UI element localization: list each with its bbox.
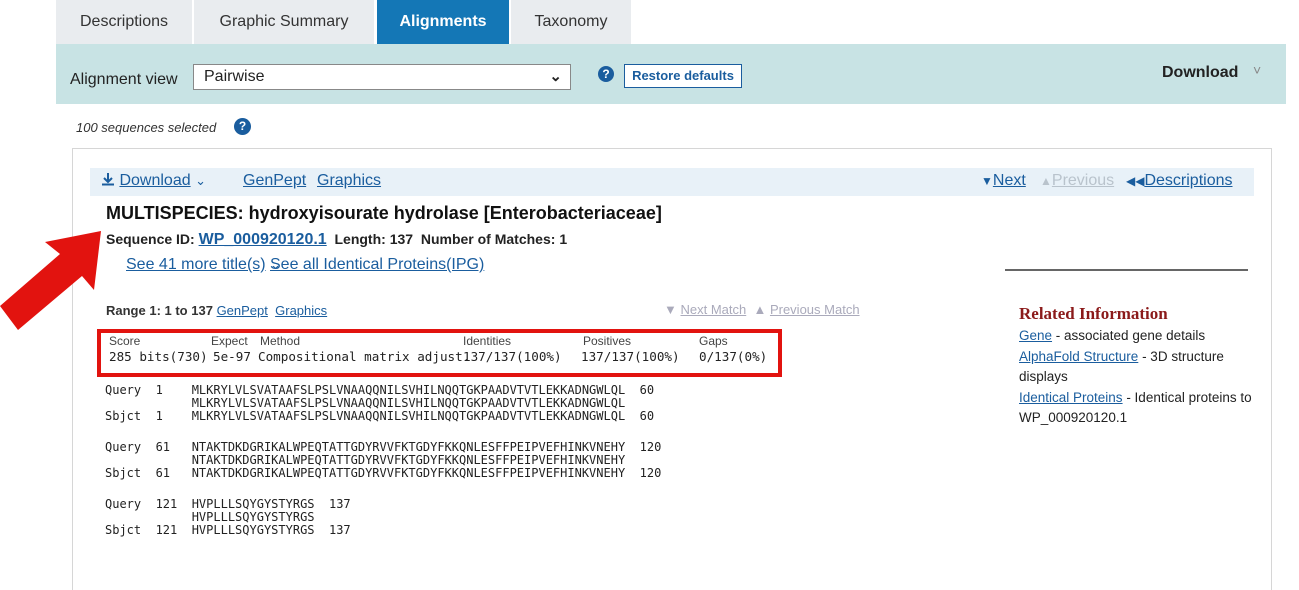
- highlight-box: [97, 329, 782, 377]
- triangle-up-icon: ▲: [1040, 174, 1052, 188]
- sequence-info: Sequence ID: WP_000920120.1 Length: 137 …: [106, 231, 567, 249]
- tab-taxonomy[interactable]: Taxonomy: [511, 0, 631, 44]
- matches-label: Number of Matches:: [420, 231, 556, 247]
- chevron-down-icon: ⌄: [549, 68, 562, 85]
- alphafold-link[interactable]: AlphaFold Structure: [1019, 349, 1138, 364]
- length-value: 137: [389, 231, 414, 247]
- identical-proteins-related-link[interactable]: Identical Proteins: [1019, 390, 1123, 405]
- previous-label: Previous: [1051, 172, 1115, 189]
- tab-graphic-summary[interactable]: Graphic Summary: [194, 0, 374, 44]
- alignment-toolbar: Alignment view Pairwise ⌄ ? Restore defa…: [56, 44, 1286, 104]
- sbjct-row: Sbjct 1 MLKRYLVLSVATAAFSLPSLVNAAQQNILSVH…: [105, 409, 655, 423]
- help-icon[interactable]: ?: [234, 118, 251, 135]
- related-item: Gene - associated gene details: [1019, 326, 1259, 347]
- sbjct-row: Sbjct 121 HVPLLLSQYGYSTYRGS 137: [105, 523, 351, 537]
- related-item: Identical Proteins - Identical proteins …: [1019, 388, 1259, 429]
- restore-defaults-button[interactable]: Restore defaults: [624, 64, 742, 88]
- alignment-view-label: Alignment view: [70, 71, 178, 88]
- genpept-link[interactable]: GenPept: [243, 172, 306, 190]
- next-match-link: ▼ Next Match: [664, 302, 747, 317]
- related-item-text: - associated gene details: [1052, 328, 1206, 343]
- related-info-title: Related Information: [1019, 304, 1168, 323]
- chevron-down-icon[interactable]: ˅: [1253, 62, 1261, 78]
- sbjct-row: Sbjct 61 NTAKTDKDGRIKALWPEQTATTGDYRVVFKT…: [105, 466, 662, 480]
- match-navigation: ▼ Next Match ▲ Previous Match: [664, 302, 860, 317]
- seq-id-link[interactable]: WP_000920120.1: [199, 231, 327, 248]
- more-titles-label: See 41 more title(s): [126, 256, 266, 273]
- download-icon: [102, 173, 114, 186]
- next-label: Next: [992, 172, 1026, 189]
- hit-title: MULTISPECIES: hydroxyisourate hydrolase …: [106, 203, 662, 223]
- red-arrow-annotation: [0, 231, 101, 330]
- range-genpept-link[interactable]: GenPept: [217, 303, 268, 318]
- divider: [1005, 269, 1248, 271]
- identical-proteins-link[interactable]: See all Identical Proteins(IPG): [270, 256, 484, 274]
- descriptions-label: Descriptions: [1144, 172, 1233, 189]
- gene-link[interactable]: Gene: [1019, 328, 1052, 343]
- range-header: Range 1: 1 to 137 GenPept Graphics: [106, 303, 327, 318]
- matches-value: 1: [559, 231, 568, 247]
- alignment-view-value: Pairwise: [204, 68, 265, 85]
- sequences-selected-text: 100 sequences selected: [76, 120, 217, 135]
- length-label: Length:: [334, 231, 386, 247]
- back-arrow-icon: ◀◀: [1126, 174, 1145, 188]
- range-graphics-link[interactable]: Graphics: [275, 303, 327, 318]
- related-item: AlphaFold Structure - 3D structure displ…: [1019, 347, 1259, 388]
- next-link[interactable]: ▼Next: [981, 172, 1026, 190]
- descriptions-link[interactable]: ◀◀Descriptions: [1126, 172, 1233, 190]
- tab-alignments[interactable]: Alignments: [377, 0, 509, 44]
- chevron-down-icon: ⌄: [195, 173, 206, 188]
- related-info-list: Gene - associated gene details AlphaFold…: [1019, 326, 1259, 429]
- triangle-down-icon: ▼: [981, 174, 993, 188]
- hit-download-button[interactable]: Download ⌄: [101, 172, 206, 190]
- previous-link: ▲Previous: [1040, 172, 1114, 190]
- hit-download-label: Download: [119, 172, 191, 189]
- more-titles-link[interactable]: See 41 more title(s) ⌄: [126, 256, 281, 274]
- previous-match-link: ▲ Previous Match: [753, 302, 860, 317]
- alignment-view-select[interactable]: Pairwise ⌄: [193, 64, 571, 90]
- tab-descriptions[interactable]: Descriptions: [56, 0, 192, 44]
- download-menu-button[interactable]: Download: [1162, 64, 1238, 82]
- graphics-link[interactable]: Graphics: [317, 172, 381, 190]
- help-icon[interactable]: ?: [598, 66, 614, 82]
